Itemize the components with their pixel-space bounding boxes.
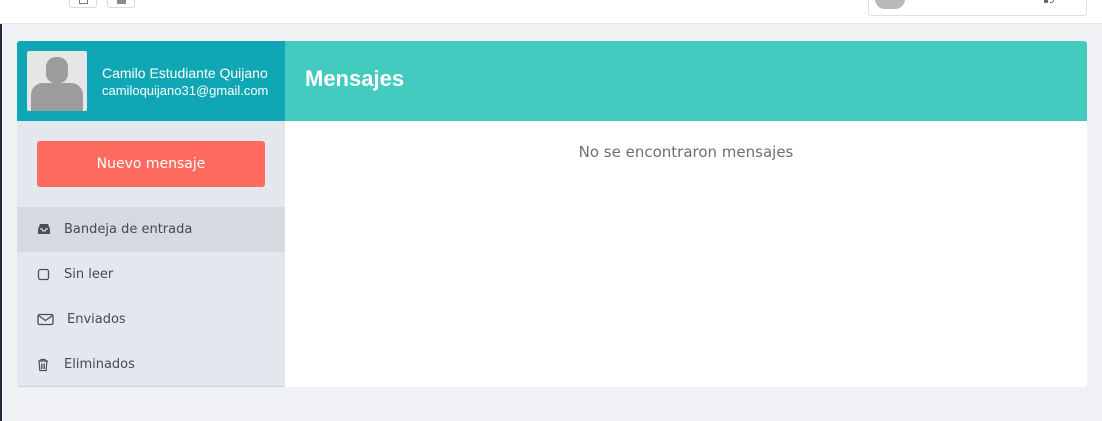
empty-state-text: No se encontraron mensajes	[578, 143, 794, 161]
inbox-icon	[37, 223, 55, 237]
main-header: Mensajes	[285, 41, 1087, 121]
trash-icon	[37, 358, 55, 372]
window-icon	[79, 0, 88, 4]
nav-label-sent: Enviados	[67, 312, 126, 327]
user-menu-glyph	[1044, 0, 1048, 3]
square-icon	[37, 268, 55, 282]
user-menu[interactable]	[868, 0, 1087, 16]
left-edge-bar	[0, 24, 2, 421]
profile-header: Camilo Estudiante Quijano camiloquijano3…	[17, 41, 285, 121]
folder-nav: Bandeja de entrada Sin leer Enviados Eli…	[17, 207, 285, 387]
profile-name: Camilo Estudiante Quijano	[102, 65, 268, 81]
messages-panel: Camilo Estudiante Quijano camiloquijano3…	[17, 41, 1087, 387]
nav-label-unread: Sin leer	[64, 267, 114, 282]
profile-email: camiloquijano31@gmail.com	[102, 83, 269, 98]
user-menu-glyph-2	[1050, 0, 1054, 3]
envelope-icon	[37, 313, 57, 327]
nav-label-inbox: Bandeja de entrada	[64, 222, 193, 237]
toolbar-button-left[interactable]	[69, 0, 97, 8]
page-title: Mensajes	[305, 66, 405, 91]
trash-icon	[117, 0, 126, 4]
avatar	[27, 51, 87, 111]
sidebar: Camilo Estudiante Quijano camiloquijano3…	[17, 41, 285, 387]
user-avatar-icon	[875, 0, 905, 9]
nav-item-unread[interactable]: Sin leer	[17, 252, 285, 297]
new-message-button[interactable]: Nuevo mensaje	[37, 141, 265, 187]
nav-item-inbox[interactable]: Bandeja de entrada	[17, 207, 285, 252]
avatar-body	[31, 83, 83, 111]
nav-item-sent[interactable]: Enviados	[17, 297, 285, 342]
avatar-head	[46, 57, 68, 83]
messages-main: Mensajes No se encontraron mensajes	[285, 41, 1087, 387]
nav-item-deleted[interactable]: Eliminados	[17, 342, 285, 387]
nav-label-deleted: Eliminados	[64, 357, 135, 372]
sidebar-bottom-border	[17, 386, 285, 387]
top-bar	[0, 0, 1102, 24]
toolbar-button-right[interactable]	[107, 0, 135, 8]
